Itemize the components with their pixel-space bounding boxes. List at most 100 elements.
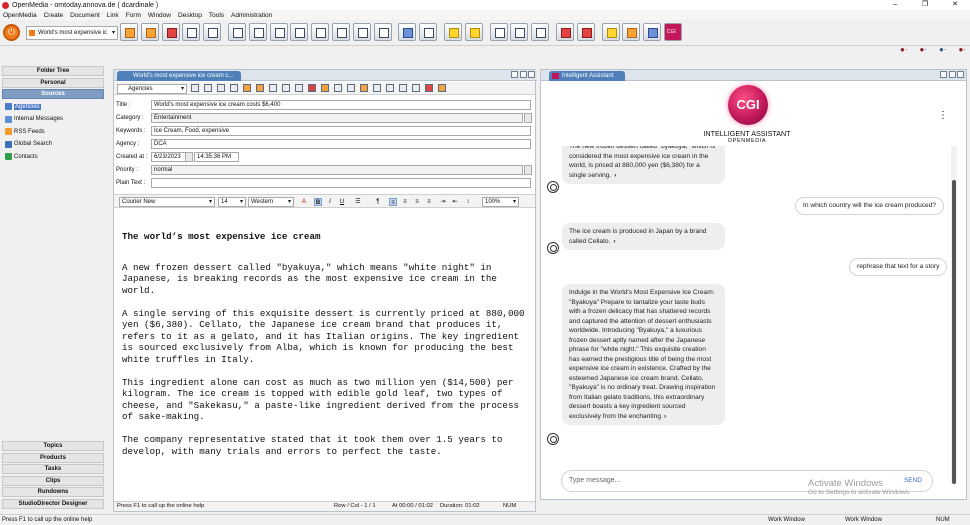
- paragraph-icon[interactable]: ¶: [374, 198, 382, 206]
- search-icon[interactable]: [398, 23, 417, 41]
- priority-field[interactable]: normal: [151, 165, 523, 175]
- new-rundown-icon[interactable]: [140, 23, 159, 41]
- ubuntu-icon[interactable]: [622, 23, 641, 41]
- chevron-down-icon[interactable]: ▾: [112, 27, 115, 39]
- folder-icon[interactable]: [248, 23, 267, 41]
- title-field[interactable]: World's most expensive ice cream costs $…: [151, 100, 531, 110]
- search-icon[interactable]: [412, 84, 420, 92]
- queue-icon[interactable]: [311, 23, 330, 41]
- nav-sources[interactable]: Sources: [2, 89, 104, 99]
- doc-minimize-button[interactable]: [511, 71, 518, 78]
- pen-icon[interactable]: [373, 84, 381, 92]
- nav-tasks[interactable]: Tasks: [2, 464, 104, 474]
- table-icon[interactable]: [399, 84, 407, 92]
- justify-icon[interactable]: ≡: [425, 198, 433, 206]
- nav-item-agencies[interactable]: Agencies: [0, 101, 108, 114]
- calendar-icon[interactable]: [185, 152, 193, 162]
- document-tab[interactable]: World's most expensive ice cream c...: [117, 71, 241, 81]
- nav-studiodirector-designer[interactable]: StudioDirector Designer: [2, 498, 104, 509]
- menu-tools[interactable]: Tools: [209, 12, 224, 19]
- export-icon[interactable]: [243, 84, 251, 92]
- keywords-field[interactable]: Ice Cream, Food, expensive: [151, 126, 531, 136]
- maximize-button[interactable]: ❐: [910, 0, 940, 10]
- menu-document[interactable]: Document: [70, 12, 100, 19]
- nav-item-internal-messages[interactable]: Internal Messages: [0, 113, 108, 126]
- print-icon[interactable]: [204, 84, 212, 92]
- menu-link[interactable]: Link: [107, 12, 119, 19]
- document-selector[interactable]: World's most expensive ic ▾: [26, 26, 118, 40]
- align-left-icon[interactable]: ≡: [389, 198, 397, 206]
- status-dot-4[interactable]: ●·: [959, 45, 967, 54]
- source-select[interactable]: Agencies ▾: [117, 84, 187, 94]
- italic-button[interactable]: I: [326, 198, 334, 206]
- outdent-icon[interactable]: ⇤: [451, 198, 459, 206]
- save-icon[interactable]: [191, 84, 199, 92]
- archive-icon[interactable]: [227, 23, 246, 41]
- work-window-status-1[interactable]: Work Window: [768, 517, 805, 523]
- link-icon[interactable]: [352, 23, 371, 41]
- close-button[interactable]: ✕: [940, 0, 970, 10]
- story-editor[interactable]: The world’s most expensive ice cream A n…: [115, 209, 534, 499]
- expand-chevron-icon[interactable]: ›: [664, 413, 666, 420]
- list-view-icon[interactable]: [443, 23, 462, 41]
- teams-icon[interactable]: [643, 23, 662, 41]
- keyboard-icon[interactable]: [510, 23, 529, 41]
- nav-products[interactable]: Products: [2, 452, 104, 463]
- line-spacing-icon[interactable]: ↕: [464, 198, 472, 206]
- category-picker-button[interactable]: [524, 113, 532, 123]
- lock-icon[interactable]: [256, 84, 264, 92]
- menu-administration[interactable]: Administration: [231, 12, 272, 19]
- more-options-icon[interactable]: ⋮: [938, 110, 948, 121]
- underline-button[interactable]: U: [338, 198, 346, 206]
- script-select[interactable]: Western ▾: [248, 197, 294, 207]
- font-size-select[interactable]: 14 ▾: [218, 197, 246, 207]
- cgi-assistant-icon[interactable]: [663, 23, 682, 41]
- status-dot-1[interactable]: ●·: [900, 45, 908, 54]
- plain-text-field[interactable]: [151, 178, 531, 188]
- priority-dropdown-button[interactable]: [524, 165, 532, 175]
- alert-icon[interactable]: [425, 84, 433, 92]
- assistant-tab[interactable]: Intelligent Assistant: [549, 71, 625, 81]
- align-center-icon[interactable]: ≡: [401, 198, 409, 206]
- print-preview-icon[interactable]: [203, 23, 222, 41]
- nav-item-rss-feeds[interactable]: RSS Feeds: [0, 126, 108, 139]
- delete-task-icon[interactable]: [576, 23, 595, 41]
- notes-icon[interactable]: [489, 23, 508, 41]
- note-icon[interactable]: [321, 84, 329, 92]
- star-icon[interactable]: [360, 84, 368, 92]
- bold-button[interactable]: B: [314, 198, 322, 206]
- settings-icon[interactable]: [438, 84, 446, 92]
- menu-desktop[interactable]: Desktop: [178, 12, 202, 19]
- expand-chevron-icon[interactable]: ›: [613, 238, 615, 245]
- link-icon[interactable]: [334, 84, 342, 92]
- map-icon[interactable]: [464, 23, 483, 41]
- stop-icon[interactable]: [282, 84, 290, 92]
- cut-icon[interactable]: [269, 84, 277, 92]
- bullet-list-icon[interactable]: ☰: [354, 198, 362, 206]
- font-select[interactable]: Courier New ▾: [119, 197, 215, 207]
- doc-restore-button[interactable]: [519, 71, 527, 78]
- menu-create[interactable]: Create: [44, 12, 64, 19]
- zoom-select[interactable]: 100% ▾: [482, 197, 519, 207]
- preview-icon[interactable]: [217, 84, 225, 92]
- power-icon[interactable]: ⏻: [3, 24, 20, 41]
- record-icon[interactable]: [295, 84, 303, 92]
- copy-icon[interactable]: [373, 23, 392, 41]
- assistant-minimize-button[interactable]: [940, 71, 947, 78]
- forward-icon[interactable]: [386, 84, 394, 92]
- print-icon[interactable]: [182, 23, 201, 41]
- nav-item-contacts[interactable]: Contacts: [0, 151, 108, 164]
- align-right-icon[interactable]: ≡: [413, 198, 421, 206]
- font-color-icon[interactable]: A: [300, 198, 308, 206]
- attach-icon[interactable]: [347, 84, 355, 92]
- flag-icon[interactable]: [308, 84, 316, 92]
- menu-form[interactable]: Form: [126, 12, 141, 19]
- nav-folder-tree[interactable]: Folder Tree: [2, 66, 104, 76]
- menu-openmedia[interactable]: OpenMedia: [3, 12, 37, 19]
- work-window-status-2[interactable]: Work Window: [845, 517, 882, 523]
- status-dot-3[interactable]: ●·: [939, 45, 947, 54]
- scrollbar-thumb[interactable]: [952, 180, 956, 484]
- new-story-icon[interactable]: [120, 23, 138, 41]
- add-task-icon[interactable]: [555, 23, 574, 41]
- upload-icon[interactable]: [290, 23, 309, 41]
